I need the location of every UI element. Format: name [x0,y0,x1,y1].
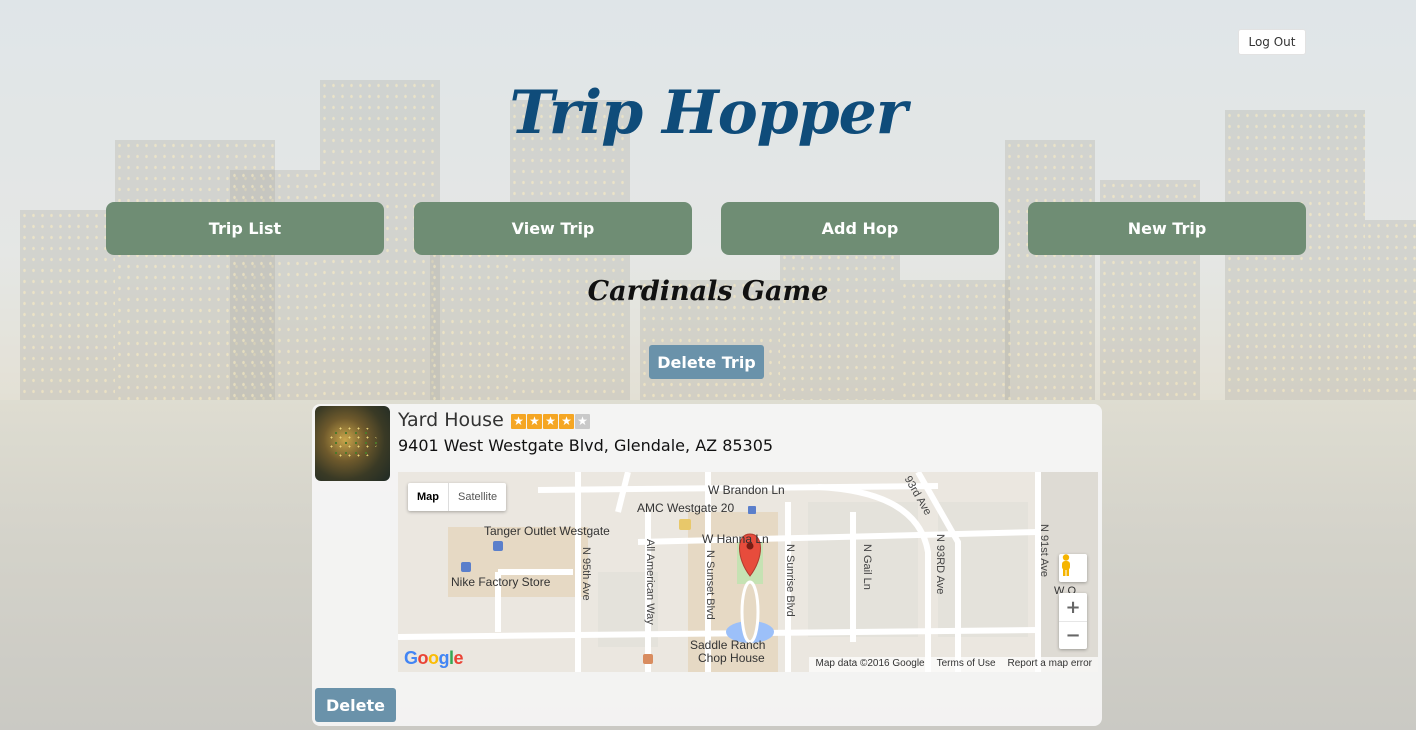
hop-card: Yard House ★ ★ ★ ★ ★ 9401 West Westgate Blvd… [312,404,1102,726]
nav-add-hop-button[interactable]: Add Hop [721,202,999,255]
street-view-pegman-icon[interactable] [1059,554,1087,582]
map-label-brandon: W Brandon Ln [708,483,785,497]
map-label-chop-house: Chop House [698,651,765,665]
hop-address: 9401 West Westgate Blvd, Glendale, AZ 85… [398,436,774,455]
google-logo: Google [404,648,464,668]
hop-name[interactable]: Yard House [398,409,504,431]
map-label-nike: Nike Factory Store [451,575,551,589]
star-filled-icon: ★ [527,414,542,429]
map-zoom-control: + − [1059,593,1087,649]
map-label-95th: N 95th Ave [580,547,592,601]
nav-trip-list-button[interactable]: Trip List [106,202,384,255]
map-label-sunset: N Sunset Blvd [704,550,716,620]
star-empty-icon: ★ [575,414,590,429]
map-label-tanger: Tanger Outlet Westgate [484,524,610,538]
nav-view-trip-button[interactable]: View Trip [414,202,692,255]
rating-stars: ★ ★ ★ ★ ★ [511,414,590,429]
map-data-credit: Map data ©2016 Google [815,658,925,669]
zoom-in-button[interactable]: + [1059,593,1087,621]
hop-thumbnail-image [315,406,390,481]
map-type-map-button[interactable]: Map [408,483,449,511]
zoom-out-button[interactable]: − [1059,621,1087,649]
star-filled-icon: ★ [511,414,526,429]
map-label-all-american: All American Way [644,539,656,625]
map-type-control: Map Satellite [408,483,507,511]
terms-of-use-link[interactable]: Terms of Use [937,658,996,671]
map-attribution: Map data ©2016 Google Terms of Use Repor… [809,657,1098,672]
star-filled-icon: ★ [559,414,574,429]
logout-button[interactable]: Log Out [1238,29,1306,55]
map-label-hanna: W Hanna Ln [702,532,769,546]
map-view[interactable]: W Brandon Ln AMC Westgate 20 Tanger Outl… [398,472,1098,672]
report-map-error-link[interactable]: Report a map error [1008,658,1092,671]
map-label-gail: N Gail Ln [861,544,873,590]
nav-new-trip-button[interactable]: New Trip [1028,202,1306,255]
trip-title: Cardinals Game [587,276,829,307]
star-filled-icon: ★ [543,414,558,429]
map-label-amc: AMC Westgate 20 [637,501,735,515]
brand-title: Trip Hopper [509,78,908,148]
map-label-saddle-ranch: Saddle Ranch [690,638,766,652]
map-type-satellite-button[interactable]: Satellite [449,483,506,511]
delete-hop-button[interactable]: Delete [315,688,396,722]
delete-trip-button[interactable]: Delete Trip [649,345,764,379]
map-label-sunrise: N Sunrise Blvd [784,544,796,617]
map-label-91st: N 91st Ave [1038,524,1050,577]
map-label-93rd: N 93RD Ave [934,534,946,595]
